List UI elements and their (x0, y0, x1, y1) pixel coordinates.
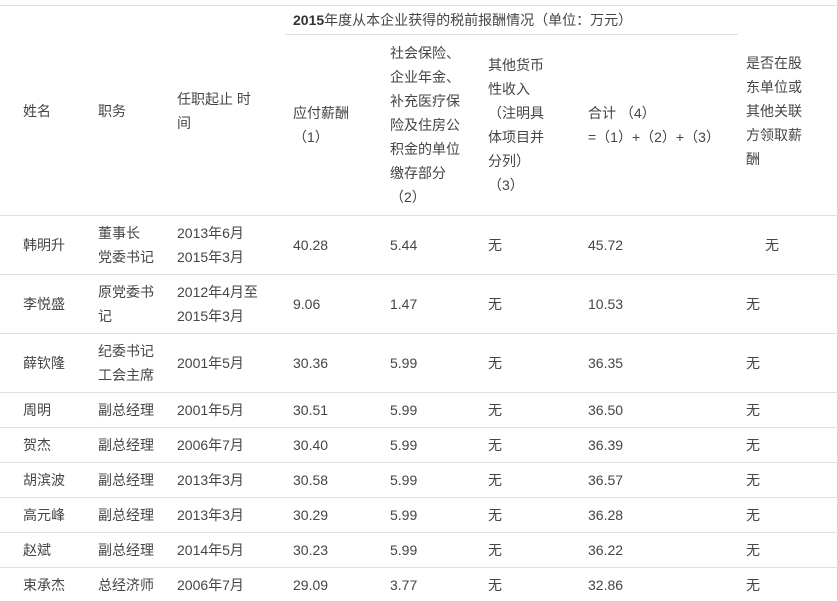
cell-insurance: 3.77 (382, 568, 480, 601)
cell-term: 2014年5月 (169, 533, 285, 568)
cell-total: 36.22 (580, 533, 738, 568)
cell-term: 2006年7月 (169, 428, 285, 463)
cell-salary: 9.06 (285, 275, 382, 334)
column-header-position: 职务 (90, 6, 169, 216)
cell-insurance: 5.99 (382, 393, 480, 428)
cell-salary: 30.29 (285, 498, 382, 533)
table-row: 周明副总经理2001年5月30.515.99无36.50无 (0, 393, 837, 428)
cell-other-income: 无 (480, 216, 580, 275)
cell-position: 原党委书 记 (90, 275, 169, 334)
column-header-insurance-contrib: 社会保险、 企业年金、 补充医疗保 险及住房公 积金的单位 缴存部分 （2） (382, 35, 480, 216)
cell-term: 2013年6月 2015年3月 (169, 216, 285, 275)
cell-position: 副总经理 (90, 533, 169, 568)
cell-insurance: 1.47 (382, 275, 480, 334)
cell-other-income: 无 (480, 428, 580, 463)
cell-insurance: 5.99 (382, 334, 480, 393)
cell-term: 2012年4月至 2015年3月 (169, 275, 285, 334)
cell-term: 2006年7月 (169, 568, 285, 601)
cell-position: 副总经理 (90, 393, 169, 428)
table-row: 李悦盛原党委书 记2012年4月至 2015年3月9.061.47无10.53无 (0, 275, 837, 334)
cell-salary: 30.58 (285, 463, 382, 498)
column-header-other-income: 其他货币 性收入 （注明具 体项目并 分列） （3） (480, 35, 580, 216)
table-header: 姓名 职务 任职起止 时 间 2015年度从本企业获得的税前报酬情况（单位：万元… (0, 6, 837, 216)
cell-position: 副总经理 (90, 498, 169, 533)
cell-position: 总经济师 (90, 568, 169, 601)
cell-related: 无 (738, 275, 837, 334)
cell-other-income: 无 (480, 463, 580, 498)
cell-name: 李悦盛 (0, 275, 90, 334)
cell-position: 副总经理 (90, 463, 169, 498)
cell-related: 无 (738, 393, 837, 428)
cell-insurance: 5.99 (382, 463, 480, 498)
cell-term: 2013年3月 (169, 498, 285, 533)
cell-other-income: 无 (480, 393, 580, 428)
cell-name: 周明 (0, 393, 90, 428)
cell-term: 2001年5月 (169, 334, 285, 393)
cell-other-income: 无 (480, 498, 580, 533)
cell-insurance: 5.44 (382, 216, 480, 275)
cell-other-income: 无 (480, 568, 580, 601)
column-header-term: 任职起止 时 间 (169, 6, 285, 216)
cell-position: 副总经理 (90, 428, 169, 463)
column-header-salary-payable: 应付薪酬 （1） (285, 35, 382, 216)
cell-related: 无 (738, 498, 837, 533)
cell-total: 45.72 (580, 216, 738, 275)
compensation-disclosure-page: 姓名 职务 任职起止 时 间 2015年度从本企业获得的税前报酬情况（单位：万元… (0, 0, 837, 601)
cell-name: 贺杰 (0, 428, 90, 463)
column-header-name: 姓名 (0, 6, 90, 216)
cell-term: 2013年3月 (169, 463, 285, 498)
cell-name: 韩明升 (0, 216, 90, 275)
cell-total: 36.39 (580, 428, 738, 463)
cell-insurance: 5.99 (382, 428, 480, 463)
cell-other-income: 无 (480, 275, 580, 334)
column-header-total: 合计 （4） =（1）+（2）+（3） (580, 35, 738, 216)
cell-term: 2001年5月 (169, 393, 285, 428)
table-body: 韩明升董事长 党委书记2013年6月 2015年3月40.285.44无45.7… (0, 216, 837, 601)
cell-salary: 40.28 (285, 216, 382, 275)
cell-salary: 29.09 (285, 568, 382, 601)
table-row: 薛钦隆纪委书记 工会主席2001年5月30.365.99无36.35无 (0, 334, 837, 393)
cell-name: 束承杰 (0, 568, 90, 601)
merged-header-title-rest: 年度从本企业获得的税前报酬情况（单位：万元） (324, 12, 632, 28)
cell-total: 36.57 (580, 463, 738, 498)
compensation-table: 姓名 职务 任职起止 时 间 2015年度从本企业获得的税前报酬情况（单位：万元… (0, 5, 837, 601)
header-row-merged: 姓名 职务 任职起止 时 间 2015年度从本企业获得的税前报酬情况（单位：万元… (0, 6, 837, 35)
cell-name: 高元峰 (0, 498, 90, 533)
table-row: 韩明升董事长 党委书记2013年6月 2015年3月40.285.44无45.7… (0, 216, 837, 275)
cell-other-income: 无 (480, 334, 580, 393)
cell-insurance: 5.99 (382, 498, 480, 533)
cell-total: 36.28 (580, 498, 738, 533)
cell-total: 10.53 (580, 275, 738, 334)
table-row: 赵斌副总经理2014年5月30.235.99无36.22无 (0, 533, 837, 568)
cell-salary: 30.40 (285, 428, 382, 463)
cell-name: 赵斌 (0, 533, 90, 568)
merged-header-year: 2015 (293, 12, 324, 28)
cell-total: 36.50 (580, 393, 738, 428)
cell-related: 无 (738, 334, 837, 393)
cell-salary: 30.23 (285, 533, 382, 568)
cell-total: 36.35 (580, 334, 738, 393)
merged-header-pretax-compensation: 2015年度从本企业获得的税前报酬情况（单位：万元） (285, 6, 738, 35)
cell-related: 无 (738, 428, 837, 463)
cell-insurance: 5.99 (382, 533, 480, 568)
cell-position: 董事长 党委书记 (90, 216, 169, 275)
cell-related: 无 (738, 216, 837, 275)
table-row: 束承杰总经济师2006年7月29.093.77无32.86无 (0, 568, 837, 601)
cell-position: 纪委书记 工会主席 (90, 334, 169, 393)
cell-related: 无 (738, 568, 837, 601)
table-row: 贺杰副总经理2006年7月30.405.99无36.39无 (0, 428, 837, 463)
table-row: 高元峰副总经理2013年3月30.295.99无36.28无 (0, 498, 837, 533)
cell-related: 无 (738, 533, 837, 568)
cell-salary: 30.51 (285, 393, 382, 428)
cell-salary: 30.36 (285, 334, 382, 393)
table-row: 胡滨波副总经理2013年3月30.585.99无36.57无 (0, 463, 837, 498)
cell-name: 胡滨波 (0, 463, 90, 498)
cell-related: 无 (738, 463, 837, 498)
cell-total: 32.86 (580, 568, 738, 601)
column-header-related-party-pay: 是否在股 东单位或 其他关联 方领取薪 酬 (738, 6, 837, 216)
cell-other-income: 无 (480, 533, 580, 568)
cell-name: 薛钦隆 (0, 334, 90, 393)
